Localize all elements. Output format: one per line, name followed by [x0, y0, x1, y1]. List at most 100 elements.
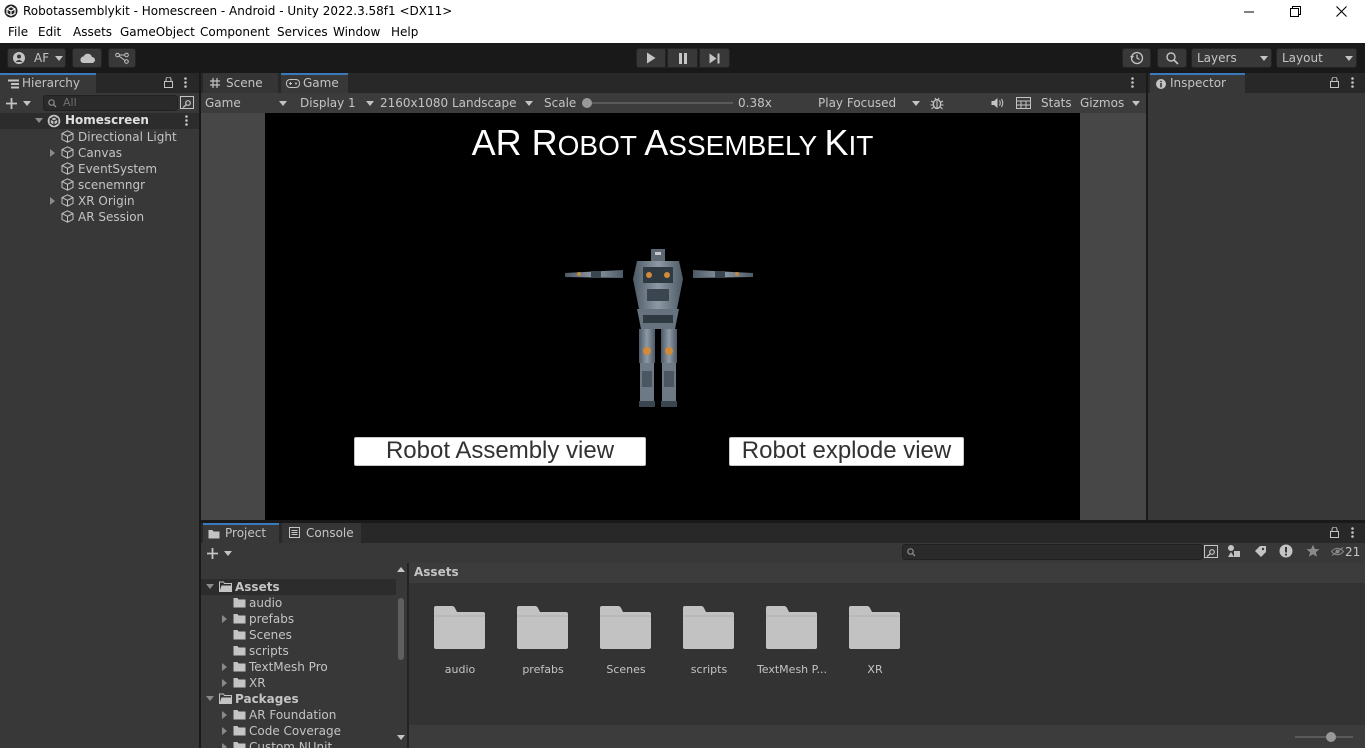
fold-closed-icon[interactable]: [222, 679, 227, 687]
hierarchy-item[interactable]: AR Session: [0, 209, 199, 225]
menu-edit[interactable]: Edit: [38, 25, 61, 39]
tab-scene[interactable]: Scene: [203, 73, 278, 93]
scroll-down-icon[interactable]: [397, 735, 405, 740]
pause-button[interactable]: [667, 48, 698, 68]
hidden-packages-toggle[interactable]: 21: [1331, 544, 1365, 560]
icon-size-slider-thumb[interactable]: [1326, 732, 1336, 742]
hierarchy-item[interactable]: XR Origin: [0, 193, 199, 209]
aspect-grid-icon[interactable]: [1016, 97, 1031, 109]
play-button[interactable]: [636, 48, 666, 68]
asset-folder-tile[interactable]: Scenes: [591, 605, 661, 685]
filter-by-error-icon[interactable]: [1279, 544, 1293, 558]
menu-assets[interactable]: Assets: [73, 25, 112, 39]
tab-inspector[interactable]: Inspector: [1150, 73, 1245, 93]
hierarchy-scene-row[interactable]: Homescreen: [0, 113, 199, 129]
menu-gameobject[interactable]: GameObject: [120, 25, 195, 39]
hierarchy-item[interactable]: EventSystem: [0, 161, 199, 177]
filter-by-label-icon[interactable]: [1254, 545, 1267, 558]
robot-explode-view-button[interactable]: Robot explode view: [729, 437, 964, 466]
fold-closed-icon[interactable]: [222, 727, 227, 735]
hierarchy-item[interactable]: scenemngr: [0, 177, 199, 193]
asset-folder-tile[interactable]: TextMesh P...: [757, 605, 827, 685]
scale-slider-thumb[interactable]: [582, 98, 592, 108]
project-tree-folder[interactable]: scripts: [201, 643, 396, 659]
project-create-dropdown[interactable]: [207, 545, 237, 561]
search-button[interactable]: [1157, 48, 1187, 68]
asset-folder-tile[interactable]: XR: [840, 605, 910, 685]
lock-icon[interactable]: [1330, 527, 1339, 538]
minimize-button[interactable]: [1226, 0, 1272, 23]
fold-closed-icon[interactable]: [222, 615, 227, 623]
hierarchy-search-input[interactable]: All: [43, 95, 178, 111]
display-dropdown[interactable]: Display 1: [296, 93, 374, 113]
restore-button[interactable]: [1272, 0, 1318, 23]
menu-help[interactable]: Help: [391, 25, 418, 39]
project-tree-folder[interactable]: Scenes: [201, 627, 396, 643]
fold-closed-icon[interactable]: [222, 711, 227, 719]
kebab-menu-icon[interactable]: [1351, 527, 1354, 538]
game-mode-dropdown[interactable]: Game: [201, 93, 292, 113]
fold-closed-icon[interactable]: [222, 743, 227, 748]
project-tree-folder[interactable]: AR Foundation: [201, 707, 396, 723]
project-tree-scrollbar[interactable]: [396, 563, 406, 748]
project-tree-folder[interactable]: XR: [201, 675, 396, 691]
hierarchy-item[interactable]: Directional Light: [0, 129, 199, 145]
fold-closed-icon[interactable]: [222, 663, 227, 671]
menu-services[interactable]: Services: [277, 25, 328, 39]
favorites-star-icon[interactable]: [1306, 544, 1320, 558]
tab-hierarchy[interactable]: Hierarchy: [0, 73, 96, 93]
stats-toggle[interactable]: Stats: [1041, 93, 1072, 113]
kebab-menu-icon[interactable]: [184, 77, 187, 88]
scene-search-icon[interactable]: [180, 96, 194, 109]
breadcrumb-assets[interactable]: Assets: [414, 565, 459, 579]
resolution-dropdown[interactable]: 2160x1080 Landscape: [376, 93, 537, 113]
lock-icon[interactable]: [164, 77, 173, 88]
asset-folder-tile[interactable]: scripts: [674, 605, 744, 685]
tab-project[interactable]: Project: [203, 523, 279, 543]
undo-history-button[interactable]: [1122, 48, 1151, 68]
fold-open-icon[interactable]: [206, 584, 214, 589]
tab-console[interactable]: Console: [282, 523, 361, 543]
layout-dropdown[interactable]: Layout: [1276, 48, 1357, 68]
search-by-scene-icon[interactable]: [1204, 545, 1218, 558]
project-tree-folder[interactable]: TextMesh Pro: [201, 659, 396, 675]
fold-closed-icon[interactable]: [50, 197, 55, 205]
project-tree-root[interactable]: Packages: [201, 691, 396, 707]
lock-icon[interactable]: [1330, 77, 1339, 88]
asset-folder-tile[interactable]: prefabs: [508, 605, 578, 685]
close-button[interactable]: [1318, 0, 1364, 23]
version-control-button[interactable]: [108, 48, 136, 68]
menu-file[interactable]: File: [8, 25, 28, 39]
kebab-menu-icon[interactable]: [185, 115, 188, 126]
menu-window[interactable]: Window: [333, 25, 380, 39]
cloud-button[interactable]: [72, 48, 102, 68]
bug-icon[interactable]: [930, 96, 944, 110]
step-button[interactable]: [699, 48, 730, 68]
layers-dropdown[interactable]: Layers: [1191, 48, 1272, 68]
project-tree-folder[interactable]: prefabs: [201, 611, 396, 627]
project-tree-folder[interactable]: Custom NUnit: [201, 739, 396, 748]
gizmos-dropdown[interactable]: Gizmos: [1078, 93, 1141, 113]
scrollbar-thumb[interactable]: [398, 598, 404, 660]
hierarchy-item[interactable]: Canvas: [0, 145, 199, 161]
fold-open-icon[interactable]: [206, 696, 214, 701]
scroll-up-icon[interactable]: [397, 567, 405, 572]
play-mode-dropdown[interactable]: Play Focused: [814, 93, 922, 113]
fold-closed-icon[interactable]: [50, 149, 55, 157]
create-dropdown[interactable]: [6, 95, 36, 111]
icon-size-slider-track[interactable]: [1295, 736, 1353, 738]
kebab-menu-icon[interactable]: [1351, 77, 1354, 88]
menu-component[interactable]: Component: [200, 25, 270, 39]
filter-by-type-icon[interactable]: [1227, 544, 1241, 558]
asset-folder-tile[interactable]: audio: [425, 605, 495, 685]
fold-open-icon[interactable]: [35, 118, 43, 123]
kebab-menu-icon[interactable]: [1131, 77, 1134, 88]
project-tree-folder[interactable]: Code Coverage: [201, 723, 396, 739]
robot-assembly-view-button[interactable]: Robot Assembly view: [354, 437, 646, 466]
project-search-input[interactable]: [902, 544, 1203, 560]
project-tree-folder[interactable]: audio: [201, 595, 396, 611]
scale-slider-track[interactable]: [585, 102, 733, 104]
project-tree-root[interactable]: Assets: [201, 579, 396, 595]
account-dropdown[interactable]: AF: [7, 48, 66, 68]
audio-icon[interactable]: [991, 97, 1005, 109]
